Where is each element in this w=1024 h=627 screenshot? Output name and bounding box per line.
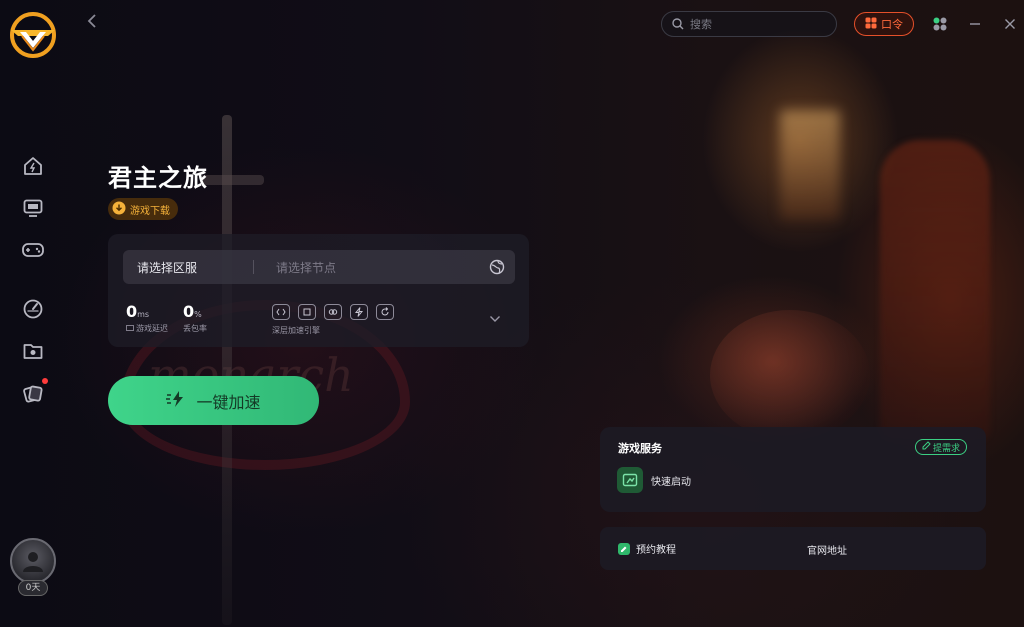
quick-start-item[interactable]: 快速启动 bbox=[617, 467, 691, 493]
game-title: 君主之旅 bbox=[108, 164, 208, 192]
server-node-selector: 请选择区服 请选择节点 bbox=[123, 250, 515, 284]
kouling-label: 口令 bbox=[881, 18, 903, 31]
latency-icon bbox=[126, 324, 134, 334]
engine-bolt-icon bbox=[350, 304, 368, 320]
quick-start-icon bbox=[617, 467, 643, 493]
packet-loss-unit: % bbox=[194, 310, 202, 319]
latency-value: 0 bbox=[126, 302, 138, 321]
background-sword-art bbox=[222, 115, 232, 625]
apps-grid-button[interactable] bbox=[930, 14, 950, 34]
close-icon bbox=[1005, 19, 1015, 29]
minimize-icon bbox=[970, 23, 980, 25]
game-download-button[interactable]: 游戏下载 bbox=[108, 198, 178, 220]
accelerate-button[interactable]: 一键加速 bbox=[108, 376, 319, 425]
edit-icon bbox=[922, 441, 931, 453]
engine-code-icon bbox=[272, 304, 290, 320]
speedometer-icon bbox=[23, 299, 43, 319]
sidebar-item-home[interactable] bbox=[21, 154, 45, 178]
node-globe-button[interactable] bbox=[479, 259, 515, 275]
latency-unit: ms bbox=[137, 310, 150, 319]
sidebar-item-cards[interactable] bbox=[21, 378, 48, 405]
background-character-art bbox=[710, 310, 870, 440]
packet-loss-label: 丢包率 bbox=[183, 324, 207, 333]
kouling-icon bbox=[865, 17, 877, 32]
engine-refresh-icon bbox=[376, 304, 394, 320]
search-box[interactable] bbox=[661, 11, 837, 37]
latency-stat: 0ms 游戏延迟 bbox=[126, 302, 168, 334]
download-label: 游戏下载 bbox=[130, 205, 170, 217]
engine-box-icon bbox=[298, 304, 316, 320]
tutorial-icon bbox=[618, 542, 630, 555]
region-select[interactable]: 请选择区服 bbox=[123, 259, 253, 276]
back-button[interactable] bbox=[82, 12, 102, 34]
request-label: 提需求 bbox=[932, 443, 960, 454]
home-icon bbox=[24, 157, 42, 175]
expand-button[interactable] bbox=[488, 312, 502, 326]
apps-grid-icon bbox=[933, 17, 947, 31]
background-pillar-art bbox=[880, 140, 990, 440]
monitor-icon bbox=[23, 199, 43, 217]
member-days-badge: 0天 bbox=[18, 580, 48, 596]
sidebar-item-games[interactable] bbox=[21, 238, 45, 262]
engine-link-icon bbox=[324, 304, 342, 320]
latency-label: 游戏延迟 bbox=[136, 324, 168, 333]
globe-icon bbox=[489, 259, 505, 275]
request-button[interactable]: 提需求 bbox=[914, 439, 967, 455]
sidebar-item-computer[interactable] bbox=[21, 196, 45, 220]
app-logo bbox=[8, 12, 58, 58]
node-select[interactable]: 请选择节点 bbox=[254, 259, 479, 276]
engine-icons bbox=[272, 304, 394, 320]
engine-label: 深层加速引擎 bbox=[272, 326, 320, 335]
game-service-card: 游戏服务 提需求 快速启动 bbox=[600, 427, 986, 512]
close-button[interactable] bbox=[1000, 14, 1020, 34]
packet-loss-value: 0 bbox=[183, 302, 195, 321]
search-input[interactable] bbox=[690, 17, 820, 31]
gamepad-icon bbox=[22, 243, 44, 257]
folder-icon bbox=[23, 344, 43, 359]
sidebar-item-folder[interactable] bbox=[21, 339, 45, 363]
notification-dot bbox=[42, 378, 48, 384]
background-sword-guard-art bbox=[200, 175, 264, 185]
service-title: 游戏服务 bbox=[618, 442, 662, 455]
search-icon bbox=[672, 15, 684, 34]
avatar[interactable] bbox=[10, 538, 56, 584]
tutorial-link[interactable]: 预约教程 bbox=[618, 541, 676, 556]
sidebar-item-speedtest[interactable] bbox=[21, 297, 45, 321]
packet-loss-stat: 0% 丢包率 bbox=[183, 302, 207, 334]
lightning-icon bbox=[166, 390, 186, 412]
accelerate-label: 一键加速 bbox=[196, 392, 261, 412]
background-window-light bbox=[780, 110, 840, 220]
quick-start-label: 快速启动 bbox=[651, 476, 691, 488]
official-site-link[interactable]: 官网地址 bbox=[807, 542, 847, 557]
accelerate-panel: 请选择区服 请选择节点 0ms 游戏延迟 0% 丢包率 深层加速引擎 bbox=[108, 234, 529, 347]
app-window: monarch 口令 bbox=[0, 0, 1024, 627]
minimize-button[interactable] bbox=[965, 14, 985, 34]
download-icon bbox=[112, 201, 126, 218]
cards-icon bbox=[23, 385, 43, 403]
links-card: 预约教程 官网地址 bbox=[600, 527, 986, 570]
user-profile[interactable]: 0天 bbox=[10, 538, 56, 596]
kouling-button[interactable]: 口令 bbox=[854, 12, 914, 36]
tutorial-label: 预约教程 bbox=[636, 545, 676, 556]
chevron-down-icon bbox=[490, 316, 500, 322]
user-icon bbox=[23, 552, 43, 572]
